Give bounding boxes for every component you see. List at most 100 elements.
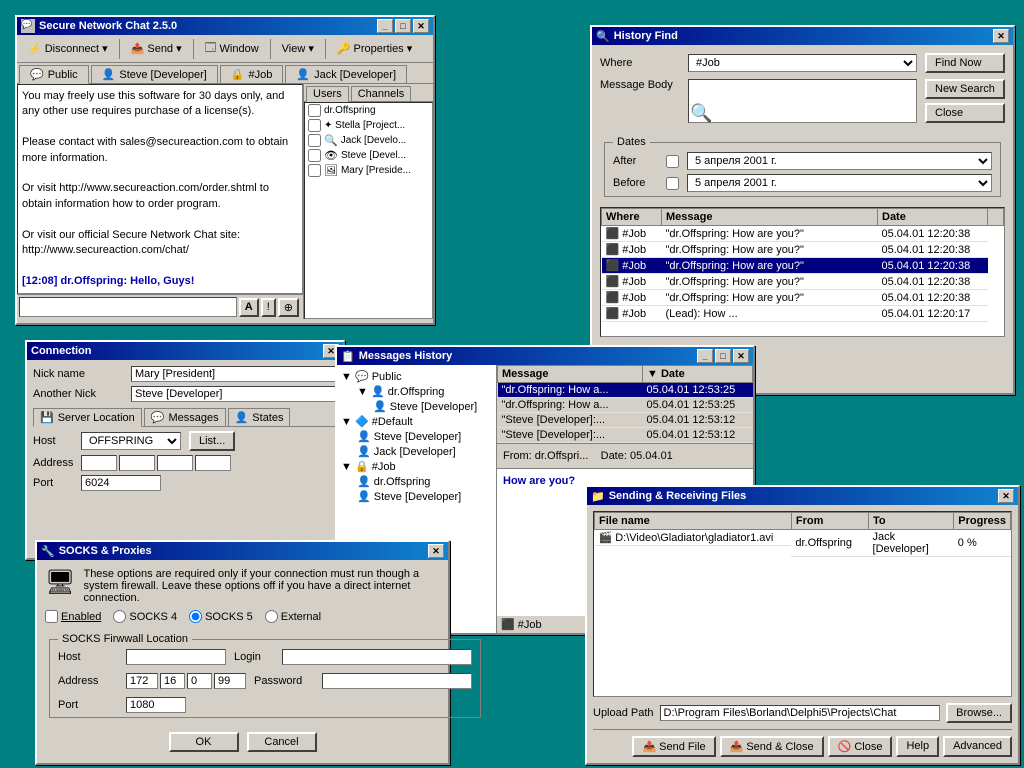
tree-steve-job[interactable]: 👤 Steve [Developer]	[357, 489, 492, 504]
after-select[interactable]: 5 апреля 2001 г.	[687, 152, 992, 170]
properties-button[interactable]: 🔑 Properties ▾	[330, 40, 419, 57]
minimize-button[interactable]: _	[377, 19, 393, 33]
tree-default[interactable]: ▼ 🔷 #Default	[341, 414, 492, 429]
close-button[interactable]: ✕	[413, 19, 429, 33]
address-2[interactable]	[119, 455, 155, 471]
nick-name-input[interactable]	[131, 366, 337, 382]
mh-row-2[interactable]: "dr.Offspring: How a... 05.04.01 12:53:2…	[498, 398, 753, 413]
send-file-button[interactable]: 📤 Send File	[632, 736, 715, 757]
ok-button[interactable]: OK	[169, 732, 239, 752]
user-item-3[interactable]: 🔍 Jack [Develo...	[305, 133, 432, 148]
login-input[interactable]	[282, 649, 472, 665]
tree-droffspring[interactable]: ▼ 👤 dr.Offspring	[357, 384, 492, 399]
tab-server-location[interactable]: 💾 Server Location	[33, 408, 142, 427]
window-button[interactable]: 🗔 Window	[198, 37, 266, 60]
send-close-button[interactable]: 📤 Send & Close	[720, 736, 824, 757]
cancel-button[interactable]: Cancel	[247, 732, 317, 752]
mh-row-1[interactable]: "dr.Offspring: How a... 05.04.01 12:53:2…	[498, 383, 753, 398]
user-checkbox-2[interactable]	[308, 119, 321, 132]
address-4[interactable]	[195, 455, 231, 471]
find-now-button[interactable]: Find Now	[925, 53, 1005, 73]
list-button[interactable]: List...	[189, 431, 235, 451]
tab-users[interactable]: Users	[306, 86, 349, 102]
history-result-row[interactable]: ⬛ #Job(Lead): How ...05.04.01 12:20:17	[602, 306, 1004, 322]
format-btn-a[interactable]: A	[239, 298, 259, 317]
mh-minimize[interactable]: _	[697, 349, 713, 363]
send-button[interactable]: 📤 Send ▾	[124, 40, 189, 57]
user-checkbox-5[interactable]	[308, 164, 321, 177]
fw-addr-4[interactable]	[214, 673, 246, 689]
host-select[interactable]: OFFSPRING	[81, 432, 181, 450]
sr-close-button2[interactable]: 🚫 Close	[828, 736, 893, 757]
user-checkbox-3[interactable]	[308, 134, 321, 147]
external-radio-label[interactable]: External	[265, 610, 321, 623]
new-search-button[interactable]: New Search	[925, 79, 1005, 99]
hf-close-button[interactable]: ✕	[993, 29, 1009, 43]
enabled-check-label[interactable]: Enabled	[45, 610, 101, 623]
address-1[interactable]	[81, 455, 117, 471]
format-btn-insert[interactable]: ⊕	[278, 298, 299, 317]
user-checkbox-4[interactable]	[308, 149, 321, 162]
disconnect-button[interactable]: ⚡ Disconnect ▾	[21, 40, 115, 57]
history-result-row[interactable]: ⬛ #Job"dr.Offspring: How are you?"05.04.…	[602, 290, 1004, 306]
upload-path-input[interactable]	[660, 705, 941, 721]
mh-row-3[interactable]: "Steve [Developer]:... 05.04.01 12:53:12	[498, 413, 753, 428]
address-3[interactable]	[157, 455, 193, 471]
socks5-radio[interactable]	[189, 610, 202, 623]
history-result-row[interactable]: ⬛ #Job"dr.Offspring: How are you?"05.04.…	[602, 242, 1004, 258]
before-checkbox[interactable]	[666, 177, 679, 190]
external-radio[interactable]	[265, 610, 278, 623]
user-item-4[interactable]: 👁 Steve [Devel...	[305, 148, 432, 163]
advanced-button[interactable]: Advanced	[943, 736, 1012, 757]
where-select[interactable]: #Job	[688, 54, 917, 72]
socks5-radio-label[interactable]: SOCKS 5	[189, 610, 253, 623]
chat-input[interactable]	[19, 297, 237, 317]
tree-public[interactable]: ▼ 💬 Public	[341, 369, 492, 384]
user-item-5[interactable]: 🖼 Mary [Preside...	[305, 163, 432, 178]
socks4-radio-label[interactable]: SOCKS 4	[113, 610, 177, 623]
mh-close[interactable]: ✕	[733, 349, 749, 363]
mh-maximize[interactable]: □	[715, 349, 731, 363]
fw-addr-1[interactable]	[126, 673, 158, 689]
browse-button[interactable]: Browse...	[946, 703, 1012, 723]
user-item-1[interactable]: dr.Offspring	[305, 103, 432, 118]
tab-jack[interactable]: 👤 Jack [Developer]	[285, 65, 407, 83]
another-nick-input[interactable]	[131, 386, 337, 402]
fw-addr-3[interactable]	[187, 673, 212, 689]
view-button[interactable]: View ▾	[275, 40, 321, 57]
before-select[interactable]: 5 апреля 2001 г.	[687, 174, 992, 192]
sr-close-btn[interactable]: ✕	[998, 489, 1014, 503]
tab-states[interactable]: 👤 States	[228, 408, 291, 426]
tree-steve-def[interactable]: 👤 Steve [Developer]	[357, 429, 492, 444]
history-result-row[interactable]: ⬛ #Job"dr.Offspring: How are you?"05.04.…	[602, 258, 1004, 274]
hf-close-btn2[interactable]: Close	[925, 103, 1005, 123]
tree-droff-job[interactable]: 👤 dr.Offspring	[357, 474, 492, 489]
user-item-2[interactable]: ✦ Stella [Project...	[305, 118, 432, 133]
socks-close[interactable]: ✕	[428, 544, 444, 558]
fw-host-input[interactable]	[126, 649, 226, 665]
tab-job[interactable]: 🔒 #Job	[220, 65, 284, 83]
tab-public[interactable]: 💬 Public	[19, 65, 89, 84]
sr-row-1[interactable]: 🎬 D:\Video\Gladiator\gladiator1.avi dr.O…	[595, 530, 1011, 557]
port-input[interactable]	[81, 475, 161, 491]
format-btn-exclaim[interactable]: !	[261, 298, 276, 317]
tab-steve[interactable]: 👤 Steve [Developer]	[91, 65, 218, 83]
maximize-button[interactable]: □	[395, 19, 411, 33]
fw-port-input[interactable]	[126, 697, 186, 713]
tab-channels[interactable]: Channels	[351, 86, 411, 101]
enabled-checkbox[interactable]	[45, 610, 58, 623]
history-result-row[interactable]: ⬛ #Job"dr.Offspring: How are you?"05.04.…	[602, 274, 1004, 290]
tree-job[interactable]: ▼ 🔒 #Job	[341, 459, 492, 474]
history-result-row[interactable]: ⬛ #Job"dr.Offspring: How are you?"05.04.…	[602, 226, 1004, 242]
password-input[interactable]	[322, 673, 472, 689]
tree-steve-pub[interactable]: 👤 Steve [Developer]	[373, 399, 492, 414]
user-checkbox-1[interactable]	[308, 104, 321, 117]
after-checkbox[interactable]	[666, 155, 679, 168]
mh-row-4[interactable]: "Steve [Developer]:... 05.04.01 12:53:12	[498, 428, 753, 443]
fw-addr-2[interactable]	[160, 673, 185, 689]
tab-messages[interactable]: 💬 Messages	[144, 408, 226, 426]
msg-body-input[interactable]	[688, 79, 917, 123]
help-button[interactable]: Help	[896, 736, 939, 757]
tree-jack-def[interactable]: 👤 Jack [Developer]	[357, 444, 492, 459]
socks4-radio[interactable]	[113, 610, 126, 623]
